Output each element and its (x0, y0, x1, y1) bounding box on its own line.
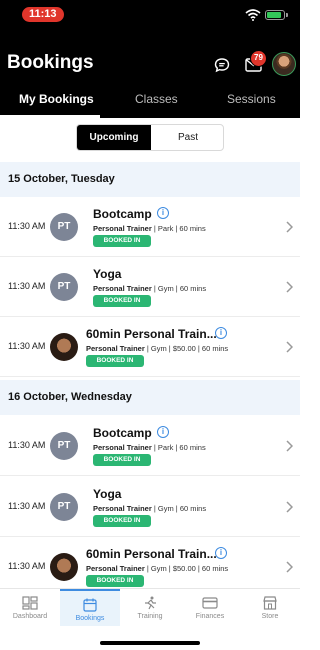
trainer-avatar: PT (50, 432, 78, 460)
chevron-right-icon (286, 221, 293, 233)
user-avatar[interactable] (272, 52, 296, 76)
tab-classes[interactable]: Classes (135, 92, 178, 106)
class-meta: Personal Trainer | Gym | 60 mins (93, 284, 207, 293)
booking-time: 11:30 AM (8, 440, 46, 450)
chevron-right-icon (286, 561, 293, 573)
store-icon (263, 596, 277, 610)
class-name: Bootcamp (93, 426, 152, 440)
info-icon[interactable]: i (157, 207, 169, 219)
bookings-tabs: My Bookings Classes Sessions (0, 86, 300, 118)
nav-training[interactable]: Training (120, 589, 180, 626)
date-label: 16 October, Wednesday (8, 391, 132, 403)
running-icon (145, 596, 156, 610)
booked-in-badge: BOOKED IN (93, 295, 151, 307)
home-indicator (100, 641, 200, 645)
class-meta: Personal Trainer | Park | 60 mins (93, 224, 206, 233)
date-label: 15 October, Tuesday (8, 173, 115, 185)
battery-cap (286, 13, 288, 17)
nav-label: Finances (195, 613, 225, 620)
booking-row[interactable]: 11:30 AM PT Bootcamp i Personal Trainer … (0, 416, 300, 476)
card-icon (202, 597, 218, 609)
dashboard-icon (22, 596, 38, 610)
booking-time: 11:30 AM (8, 501, 46, 511)
booked-in-badge: BOOKED IN (93, 454, 151, 466)
class-name: 60min Personal Train... (86, 547, 217, 561)
tab-sessions[interactable]: Sessions (227, 92, 276, 106)
upcoming-segment[interactable]: Upcoming (77, 125, 151, 150)
trainer-avatar: PT (50, 273, 78, 301)
booking-time: 11:30 AM (8, 281, 46, 291)
nav-label: Bookings (75, 615, 105, 622)
class-meta: Personal Trainer | Gym | $50.00 | 60 min… (86, 564, 229, 573)
booking-row[interactable]: 11:30 AM PT Yoga Personal Trainer | Gym … (0, 477, 300, 537)
class-name: 60min Personal Train... (86, 327, 217, 341)
trainer-photo (50, 553, 78, 581)
info-icon[interactable]: i (215, 327, 227, 339)
calendar-icon (83, 598, 97, 612)
chevron-right-icon (286, 501, 293, 513)
battery-icon (265, 10, 285, 20)
class-name: Yoga (93, 487, 122, 501)
nav-bookings[interactable]: Bookings (60, 589, 120, 626)
class-meta: Personal Trainer | Gym | $50.00 | 60 min… (86, 344, 229, 353)
class-name: Bootcamp (93, 207, 152, 221)
booked-in-badge: BOOKED IN (86, 575, 144, 587)
tab-my-bookings[interactable]: My Bookings (19, 92, 94, 106)
status-bar: 11:13 (0, 0, 300, 30)
booked-in-badge: BOOKED IN (86, 355, 144, 367)
notification-badge: 79 (250, 50, 267, 67)
wifi-icon (245, 9, 261, 21)
info-icon[interactable]: i (215, 547, 227, 559)
chevron-right-icon (286, 440, 293, 452)
booking-row[interactable]: 11:30 AM PT Yoga Personal Trainer | Gym … (0, 257, 300, 317)
date-header: 16 October, Wednesday (0, 380, 300, 415)
trainer-avatar: PT (50, 213, 78, 241)
nav-label: Dashboard (12, 613, 48, 620)
date-header: 15 October, Tuesday (0, 162, 300, 197)
trainer-avatar: PT (50, 493, 78, 521)
booked-in-badge: BOOKED IN (93, 235, 151, 247)
info-icon[interactable]: i (157, 426, 169, 438)
nav-store[interactable]: Store (240, 589, 300, 626)
booked-in-badge: BOOKED IN (93, 515, 151, 527)
nav-dashboard[interactable]: Dashboard (0, 589, 60, 626)
app-header: Bookings 79 My Bookings Classes Sessions (0, 30, 300, 118)
chevron-right-icon (286, 281, 293, 293)
chat-icon[interactable] (214, 57, 230, 73)
class-meta: Personal Trainer | Park | 60 mins (93, 443, 206, 452)
class-name: Yoga (93, 267, 122, 281)
bookings-screen: 11:13 Bookings 79 My Bookings Classes Se… (0, 0, 300, 650)
trainer-photo (50, 333, 78, 361)
booking-time: 11:30 AM (8, 221, 46, 231)
past-segment[interactable]: Past (151, 125, 223, 150)
nav-label: Training (137, 613, 163, 620)
class-meta: Personal Trainer | Gym | 60 mins (93, 504, 207, 513)
nav-label: Store (261, 613, 279, 620)
upcoming-past-toggle: Upcoming Past (76, 124, 224, 151)
chevron-right-icon (286, 341, 293, 353)
nav-finances[interactable]: Finances (180, 589, 240, 626)
booking-row[interactable]: 11:30 AM 60min Personal Train... i Perso… (0, 317, 300, 377)
booking-row[interactable]: 11:30 AM PT Bootcamp i Personal Trainer … (0, 197, 300, 257)
status-time: 11:13 (22, 7, 64, 22)
booking-time: 11:30 AM (8, 341, 46, 351)
page-title: Bookings (7, 52, 94, 73)
booking-time: 11:30 AM (8, 561, 46, 571)
